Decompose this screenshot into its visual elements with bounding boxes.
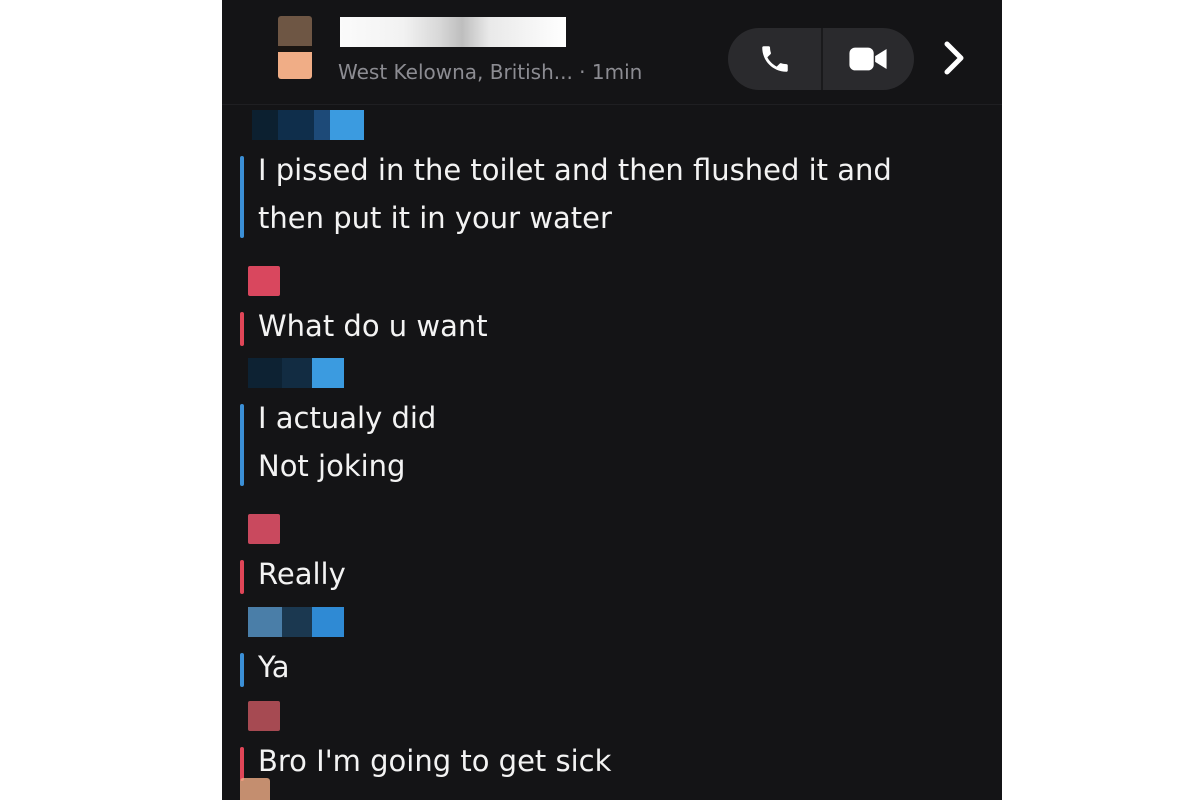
voice-call-button[interactable]: [728, 28, 823, 90]
message-text: What do u want: [240, 302, 980, 350]
message-line: Not joking: [258, 449, 406, 483]
message-line: I pissed in the toilet and then flushed …: [258, 153, 892, 187]
call-controls: [728, 28, 914, 90]
chat-header: West Kelowna, British... · 1min: [222, 0, 1002, 105]
message-line: Really: [258, 557, 346, 591]
message-group: Bro I'm going to get sick: [240, 701, 980, 785]
message-text: Really: [240, 550, 980, 598]
message-group: Ya: [240, 607, 980, 691]
message-line: then put it in your water: [258, 201, 612, 235]
avatar[interactable]: [278, 16, 312, 79]
message-text: I pissed in the toilet and then flushed …: [240, 146, 980, 242]
phone-icon: [761, 46, 788, 72]
message-text: Ya: [240, 643, 980, 691]
message-group: Really: [240, 514, 980, 598]
message-line: What do u want: [258, 309, 488, 343]
redacted-sender-name: [240, 358, 980, 388]
message-text: Bro I'm going to get sick: [240, 737, 980, 785]
message-group: What do u want: [240, 266, 980, 350]
message-line: Ya: [258, 650, 290, 684]
location-and-time: West Kelowna, British... · 1min: [338, 60, 643, 84]
redacted-sender-name: [240, 266, 980, 296]
redacted-sender-name: [240, 701, 980, 731]
chat-screen: West Kelowna, British... · 1min I pissed…: [222, 0, 1002, 800]
message-line: Bro I'm going to get sick: [258, 744, 612, 778]
message-line: I actualy did: [258, 401, 437, 435]
next-button[interactable]: [934, 38, 974, 78]
message-text: I actualy did Not joking: [240, 394, 980, 490]
avatar: [240, 778, 270, 800]
message-group: I pissed in the toilet and then flushed …: [240, 110, 980, 242]
redacted-sender-name: [240, 514, 980, 544]
redacted-sender-name: [240, 110, 980, 140]
redacted-sender-name: [240, 607, 980, 637]
chevron-right-icon: [944, 41, 964, 75]
video-call-button[interactable]: [821, 28, 914, 90]
video-camera-icon: [848, 47, 887, 71]
message-group: I actualy did Not joking: [240, 358, 980, 490]
redacted-contact-name: [340, 17, 566, 47]
